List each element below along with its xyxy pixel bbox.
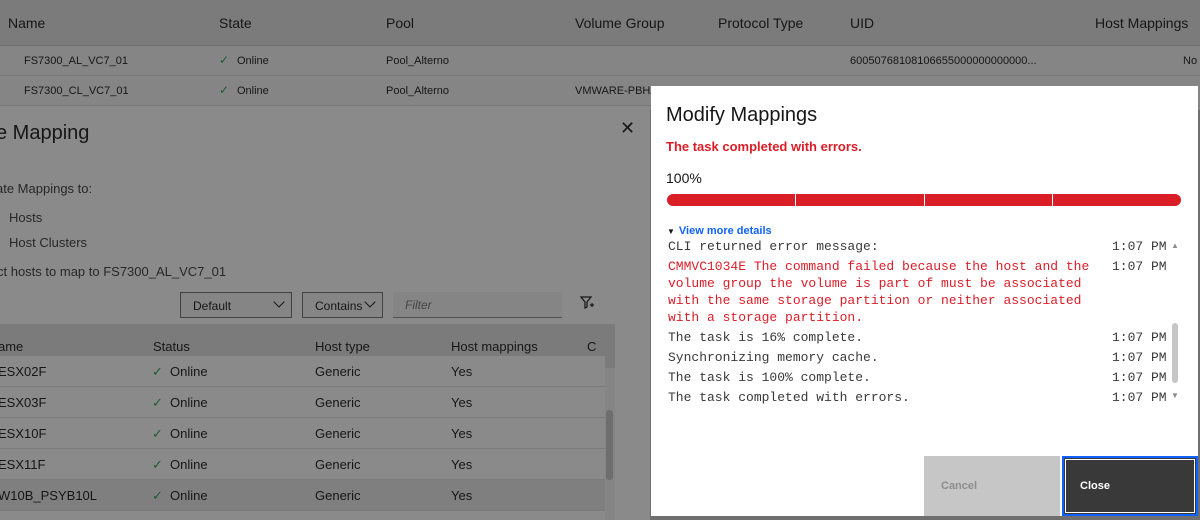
view-more-details-link[interactable]: ▼ View more details: [667, 225, 772, 237]
progress-percent: 100%: [666, 170, 702, 186]
log-entry: The task is 100% complete. 1:07 PM: [668, 369, 1168, 386]
scroll-up-icon[interactable]: ▲: [1171, 241, 1179, 250]
log-message: Synchronizing memory cache.: [668, 350, 879, 365]
log-time: 1:07 PM: [1112, 330, 1167, 345]
modal-title: Modify Mappings: [666, 104, 818, 126]
scroll-down-icon[interactable]: ▼: [1171, 391, 1179, 400]
modify-mappings-modal: Modify Mappings The task completed with …: [651, 86, 1198, 516]
log-entry: Synchronizing memory cache. 1:07 PM: [668, 349, 1168, 366]
log-entry: CLI returned error message: 1:07 PM: [668, 238, 1168, 255]
error-status-text: The task completed with errors.: [666, 139, 862, 154]
log-entry: The task is 16% complete. 1:07 PM: [668, 329, 1168, 346]
progress-divider: [795, 194, 796, 206]
view-more-details-label: View more details: [678, 225, 772, 237]
progress-divider: [924, 194, 925, 206]
log-entry-error: CMMVC1034E The command failed because th…: [668, 258, 1168, 326]
log-message: The task completed with errors.: [668, 390, 910, 405]
cancel-button[interactable]: Cancel: [924, 456, 1060, 516]
progress-divider: [1052, 194, 1053, 206]
log-time: 1:07 PM: [1112, 370, 1167, 385]
task-log-scrollbar-thumb[interactable]: [1172, 323, 1178, 383]
log-entry: The task completed with errors. 1:07 PM: [668, 389, 1168, 406]
log-time: 1:07 PM: [1112, 259, 1167, 274]
caret-down-icon: ▼: [667, 227, 675, 236]
task-log-scrollbar[interactable]: ▲ ▼: [1170, 241, 1180, 403]
log-time: 1:07 PM: [1112, 239, 1167, 254]
task-log: CLI returned error message: 1:07 PM CMMVC1…: [668, 238, 1180, 408]
log-time: 1:07 PM: [1112, 390, 1167, 405]
log-message: The task is 16% complete.: [668, 330, 864, 345]
log-message: The task is 100% complete.: [668, 370, 871, 385]
close-button[interactable]: Close: [1062, 456, 1198, 516]
log-message: CLI returned error message:: [668, 239, 879, 254]
log-time: 1:07 PM: [1112, 350, 1167, 365]
log-message: CMMVC1034E The command failed because th…: [668, 259, 1090, 325]
progress-bar: [667, 194, 1181, 206]
